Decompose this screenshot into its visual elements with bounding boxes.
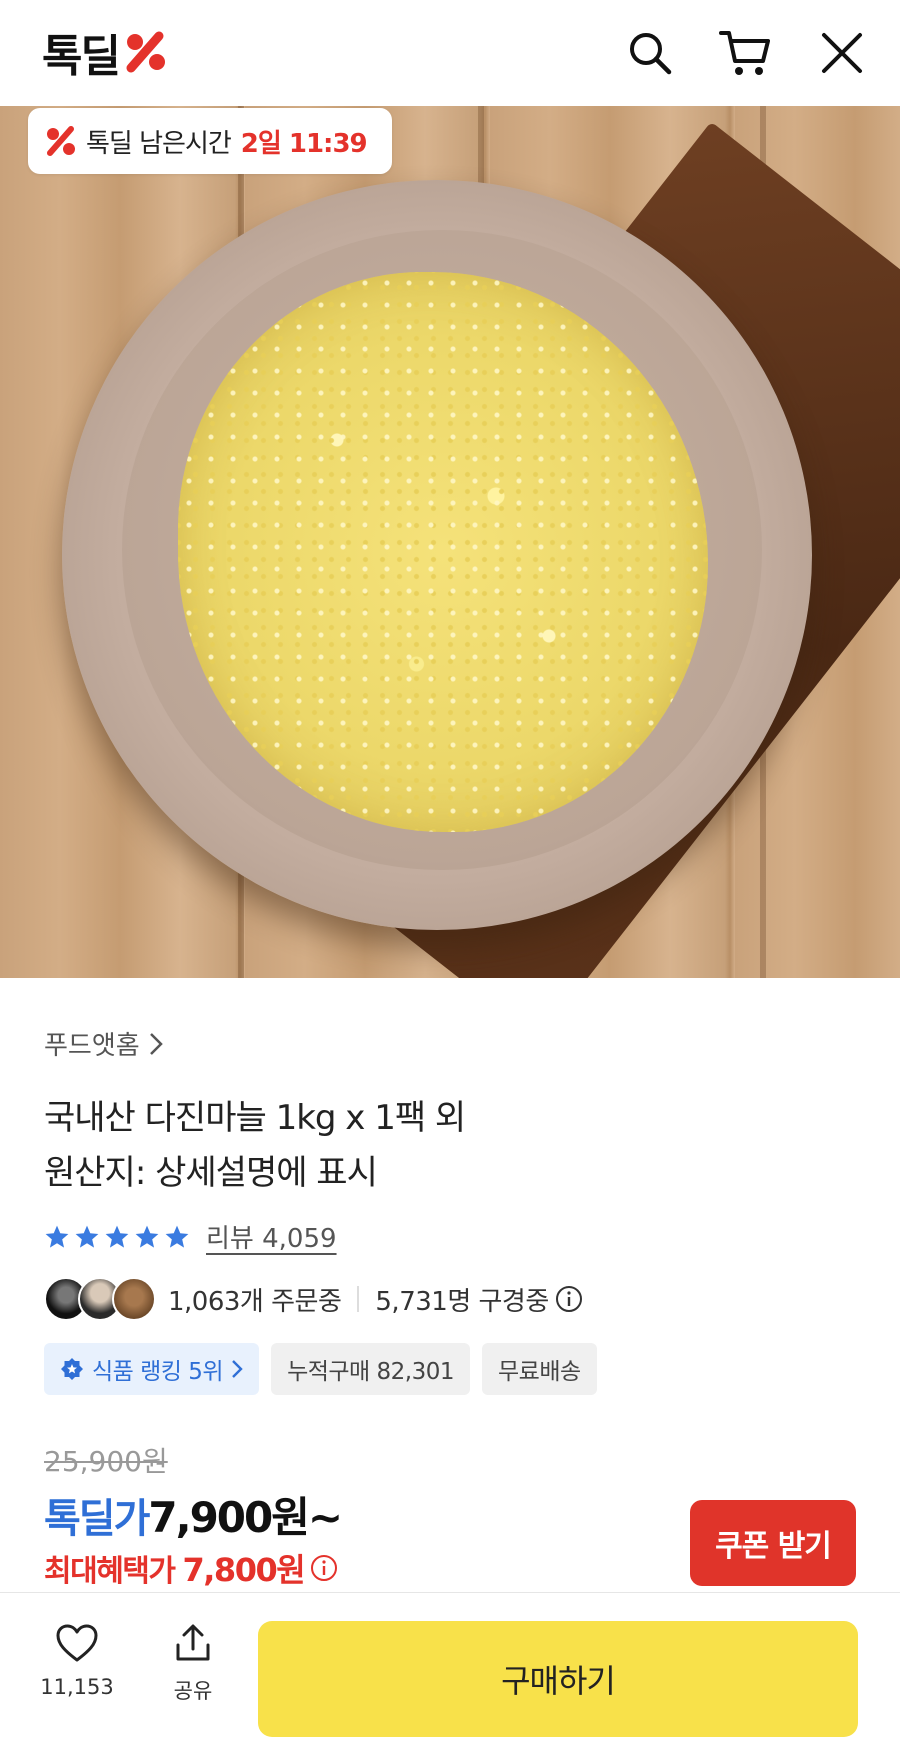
percent-logo-icon	[126, 31, 165, 73]
share-label: 공유	[173, 1679, 213, 1703]
logo-text: 톡딜	[42, 31, 121, 82]
product-image-carousel[interactable]	[0, 106, 900, 978]
seller-link[interactable]: 푸드앳홈	[44, 1025, 164, 1062]
original-price: 25,900원	[44, 1445, 168, 1478]
timer-label: 톡딜 남은시간	[86, 128, 232, 159]
star-icon	[105, 1225, 129, 1248]
chevron-right-icon	[232, 1360, 243, 1378]
viewer-count: 5,731명 구경중	[375, 1286, 549, 1317]
percent-icon	[47, 126, 75, 156]
ranking-chip[interactable]: 식품 랭킹 5위	[44, 1343, 260, 1395]
avatar	[112, 1277, 156, 1321]
info-icon[interactable]	[555, 1285, 583, 1313]
free-shipping-chip: 무료배송	[482, 1343, 597, 1395]
cart-icon[interactable]	[718, 26, 772, 80]
deal-price-row: 톡딜가 7,900원~	[44, 1484, 343, 1545]
search-icon[interactable]	[623, 26, 677, 80]
chevron-right-icon	[149, 1032, 163, 1055]
max-benefit-price: 7,800원	[182, 1551, 306, 1589]
seller-name: 푸드앳홈	[44, 1031, 140, 1061]
review-link[interactable]: 리뷰 4,059	[206, 1218, 337, 1255]
orders-row: 1,063개 주문중 5,731명 구경중	[44, 1277, 583, 1321]
heart-icon	[56, 1624, 98, 1662]
max-benefit-row: 최대혜택가 7,800원	[44, 1545, 338, 1591]
star-icon	[75, 1225, 99, 1248]
minced-garlic-image	[178, 272, 708, 832]
close-icon[interactable]	[815, 26, 869, 80]
ranking-label: 식품 랭킹 5위	[92, 1359, 224, 1385]
deal-price-label: 톡딜가	[44, 1496, 150, 1542]
star-icon	[165, 1225, 189, 1248]
cumulative-purchase-chip: 누적구매 82,301	[271, 1343, 470, 1395]
top-header: 톡딜	[0, 0, 900, 106]
timer-value: 2일 11:39	[240, 128, 368, 159]
like-button[interactable]: 11,153	[36, 1623, 118, 1699]
order-count: 1,063개 주문중	[168, 1286, 342, 1317]
rating-row: 리뷰 4,059	[44, 1218, 337, 1255]
share-button[interactable]: 공유	[158, 1623, 228, 1705]
product-title-line1: 국내산 다진마늘 1kg x 1팩 외	[44, 1098, 466, 1138]
share-icon	[176, 1624, 210, 1661]
brand-logo[interactable]: 톡딜	[42, 26, 169, 82]
badge-icon	[61, 1358, 83, 1380]
star-icon	[45, 1225, 69, 1248]
buy-button[interactable]: 구매하기	[258, 1621, 858, 1737]
divider	[357, 1286, 360, 1312]
deal-timer-badge: 톡딜 남은시간 2일 11:39	[28, 108, 392, 174]
bottom-action-bar: 11,153 공유 구매하기	[0, 1592, 900, 1761]
star-icon	[135, 1225, 159, 1248]
badge-chips: 식품 랭킹 5위 누적구매 82,301 무료배송	[44, 1343, 597, 1395]
info-icon[interactable]	[310, 1554, 338, 1582]
deal-price: 7,900원~	[148, 1493, 343, 1542]
like-count: 11,153	[40, 1675, 114, 1699]
product-title-line2: 원산지: 상세설명에 표시	[44, 1153, 378, 1193]
get-coupon-button[interactable]: 쿠폰 받기	[690, 1500, 856, 1586]
bowl-image	[62, 180, 812, 930]
max-benefit-label: 최대혜택가	[44, 1554, 176, 1589]
buyer-avatars	[44, 1277, 156, 1321]
